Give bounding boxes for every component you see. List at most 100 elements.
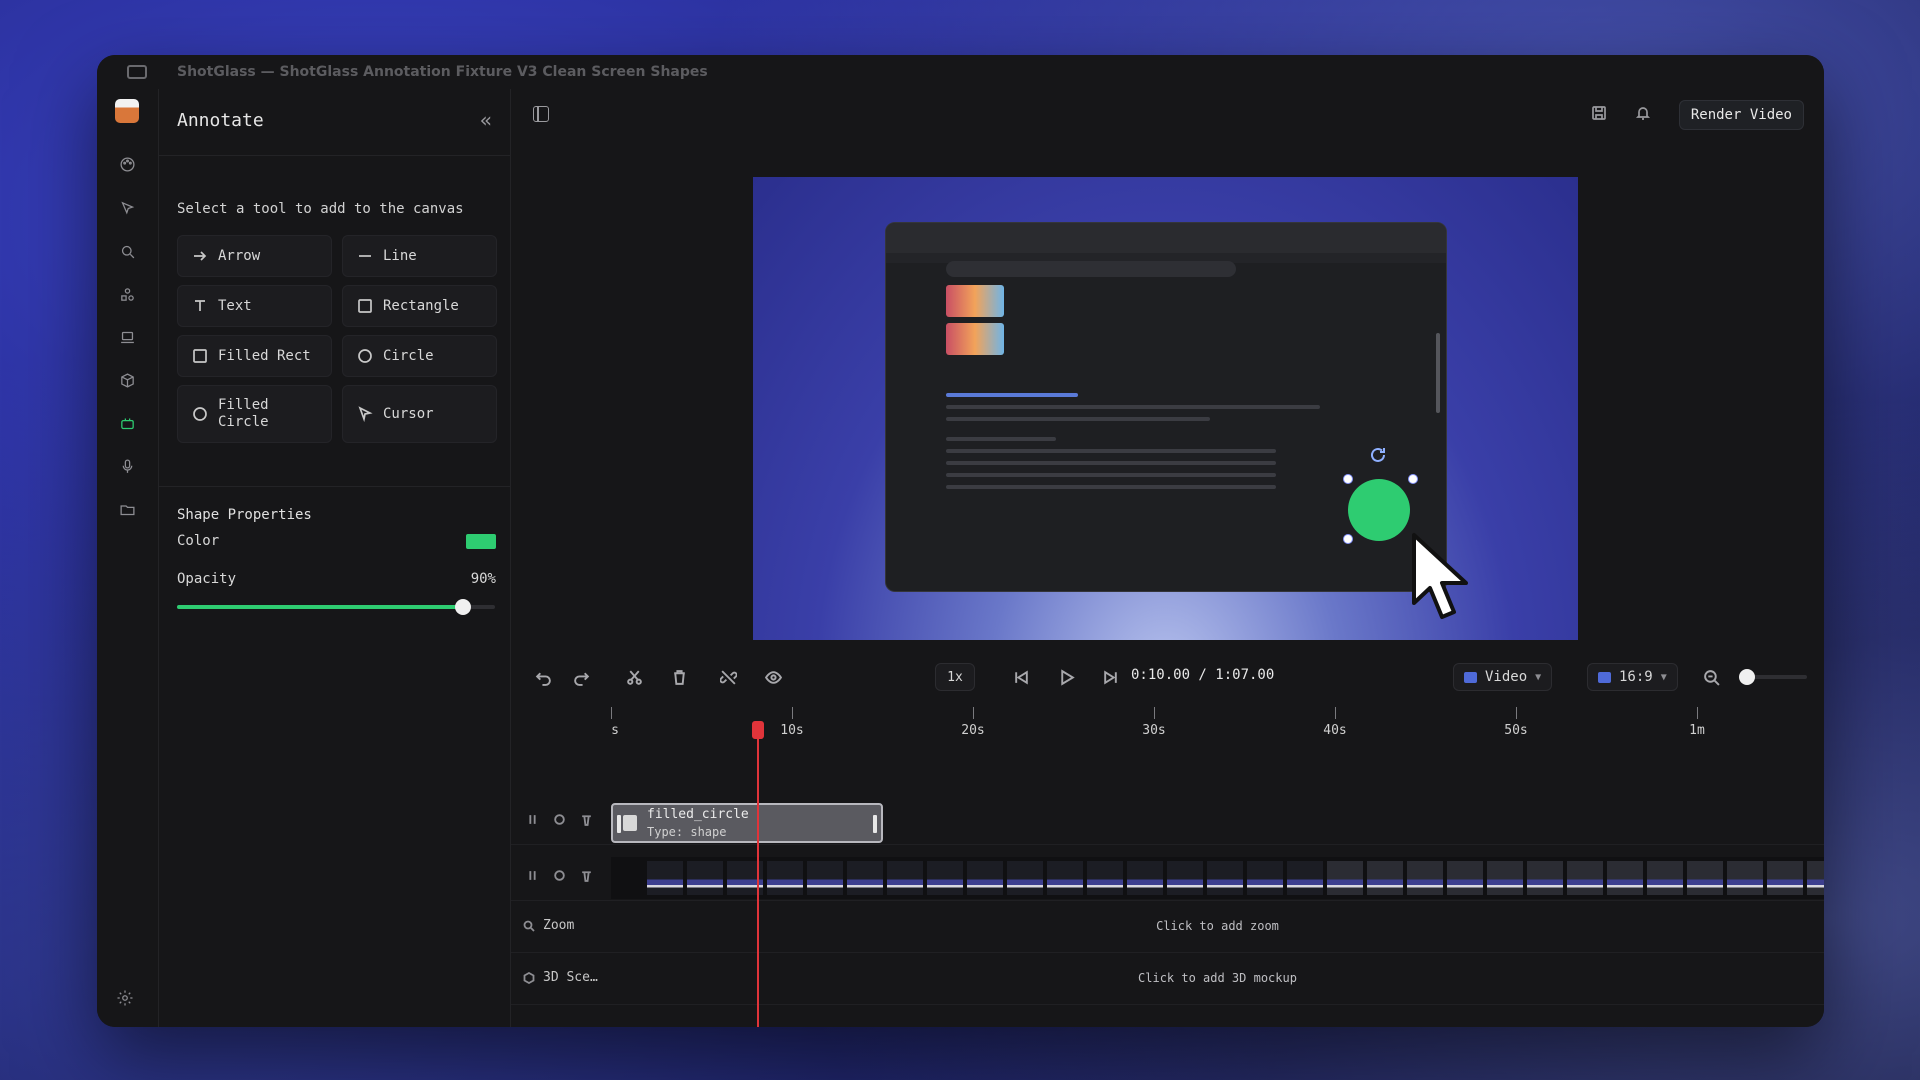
app-window: ShotGlass — ShotGlass Annotation Fixture… <box>97 55 1824 1027</box>
unlink-icon[interactable] <box>718 667 738 687</box>
palette-icon[interactable] <box>116 153 138 175</box>
rectangle-tool-button[interactable]: Rectangle <box>342 285 497 327</box>
add-3d-mockup-cta[interactable]: Click to add 3D mockup <box>611 971 1824 985</box>
scene-3d-icon <box>523 971 535 984</box>
browser-toolbar <box>886 223 1446 253</box>
resize-handle[interactable] <box>1408 474 1418 484</box>
ruler-tick <box>792 707 793 719</box>
video-frame-thumbnail <box>1607 861 1643 895</box>
cube-3d-icon[interactable] <box>116 369 138 391</box>
video-frame-thumbnail <box>1567 861 1603 895</box>
result-line <box>946 485 1276 489</box>
filled-circle-tool-label: Filled Circle <box>218 397 269 431</box>
collapse-panel-icon[interactable]: « <box>480 108 492 132</box>
visibility-icon[interactable] <box>553 811 566 830</box>
play-icon[interactable] <box>1056 667 1076 687</box>
scissors-icon[interactable] <box>624 667 644 687</box>
text-tool-button[interactable]: Text <box>177 285 332 327</box>
result-line <box>946 417 1210 421</box>
clip-left-handle[interactable] <box>617 815 621 833</box>
divider <box>159 155 510 156</box>
aspect-ratio-dropdown[interactable]: 16:9 ▼ <box>1587 663 1678 691</box>
timeline-zoom-slider[interactable] <box>1739 669 1807 685</box>
ruler-tick <box>1516 707 1517 719</box>
tool-hint: Select a tool to add to the canvas <box>177 201 464 217</box>
clip-right-handle[interactable] <box>873 815 877 833</box>
opacity-row: Opacity 90% <box>177 569 496 589</box>
folder-icon[interactable] <box>116 498 138 520</box>
source-dropdown[interactable]: Video ▼ <box>1453 663 1553 691</box>
delete-track-icon[interactable] <box>580 811 593 830</box>
zoom-out-icon[interactable] <box>1701 667 1721 687</box>
line-tool-button[interactable]: Line <box>342 235 497 277</box>
playback-speed-button[interactable]: 1x <box>935 663 975 691</box>
browser-search-bar <box>946 261 1236 277</box>
color-swatch[interactable] <box>466 533 496 549</box>
resize-handle[interactable] <box>1343 534 1353 544</box>
filled-circle-tool-button[interactable]: Filled Circle <box>177 385 332 443</box>
bell-icon[interactable] <box>1635 105 1651 125</box>
track-controls <box>526 811 593 830</box>
text-tool-label: Text <box>218 298 252 314</box>
render-video-button[interactable]: Render Video <box>1678 100 1804 130</box>
video-frame-thumbnail <box>967 861 1003 895</box>
trash-icon[interactable] <box>669 667 689 687</box>
save-icon[interactable] <box>1591 105 1607 125</box>
device-frame-icon[interactable] <box>116 326 138 348</box>
annotate-icon[interactable] <box>116 412 138 434</box>
timeline-zoom-thumb[interactable] <box>1739 669 1755 685</box>
microphone-icon[interactable] <box>116 455 138 477</box>
cursor-tool-icon[interactable] <box>116 197 138 219</box>
video-frame-thumbnail <box>927 861 963 895</box>
panel-title: Annotate <box>177 109 264 131</box>
cursor-annotation-icon[interactable] <box>1408 531 1478 626</box>
drag-handle-icon[interactable] <box>526 867 539 886</box>
monitor-icon <box>1598 671 1611 683</box>
opacity-slider-thumb[interactable] <box>455 599 472 615</box>
add-zoom-cta[interactable]: Click to add zoom <box>611 919 1824 933</box>
ruler-tick <box>611 707 612 719</box>
transport-bar: 1x 0:10.00 / 1:07.00 Video ▼ 16:9 ▼ <box>511 657 1824 697</box>
video-frame-thumbnail <box>1287 861 1323 895</box>
cursor-tool-label: Cursor <box>383 406 434 422</box>
resize-handle[interactable] <box>1343 474 1353 484</box>
rectangle-icon <box>357 298 373 314</box>
video-frame-thumbnail <box>1367 861 1403 895</box>
toggle-sidebar-icon[interactable] <box>533 106 549 122</box>
result-link <box>946 393 1078 397</box>
redo-icon[interactable] <box>571 667 591 687</box>
canvas-preview[interactable] <box>753 177 1578 640</box>
ruler-tick-label: s <box>611 723 619 738</box>
line-icon <box>357 248 373 264</box>
panel-header: Annotate « <box>177 105 492 135</box>
visibility-icon[interactable] <box>553 867 566 886</box>
settings-gear-icon[interactable] <box>116 989 138 1011</box>
video-frame-thumbnail <box>1527 861 1563 895</box>
eye-icon[interactable] <box>763 667 783 687</box>
undo-icon[interactable] <box>533 667 553 687</box>
shapes-icon[interactable] <box>116 283 138 305</box>
opacity-slider[interactable] <box>177 597 495 617</box>
playhead[interactable] <box>757 721 759 1027</box>
zoom-track-icon <box>523 920 535 932</box>
filled-circle-clip[interactable]: filled_circle Type: shape <box>611 803 883 843</box>
scene-3d-track[interactable]: 3D Sce… Click to add 3D mockup <box>511 953 1824 1005</box>
ruler-tick-label: 1m <box>1689 723 1705 738</box>
rotate-handle-icon[interactable] <box>1368 445 1388 465</box>
skip-forward-icon[interactable] <box>1100 667 1120 687</box>
circle-tool-button[interactable]: Circle <box>342 335 497 377</box>
search-result-thumbnail <box>946 323 1004 355</box>
timeline-ruler[interactable]: s 10s 20s 30s 40s 50s 1m <box>611 707 1824 743</box>
text-icon <box>192 298 208 314</box>
cursor-tool-button[interactable]: Cursor <box>342 385 497 443</box>
zoom-search-icon[interactable] <box>116 240 138 262</box>
filled-rect-tool-button[interactable]: Filled Rect <box>177 335 332 377</box>
drag-handle-icon[interactable] <box>526 811 539 830</box>
zoom-track[interactable]: Zoom Click to add zoom <box>511 901 1824 953</box>
video-thumbnail-strip[interactable] <box>611 857 1824 899</box>
delete-track-icon[interactable] <box>580 867 593 886</box>
skip-back-icon[interactable] <box>1011 667 1031 687</box>
arrow-tool-button[interactable]: Arrow <box>177 235 332 277</box>
result-line <box>946 437 1056 441</box>
filled-circle-shape[interactable] <box>1348 479 1410 541</box>
